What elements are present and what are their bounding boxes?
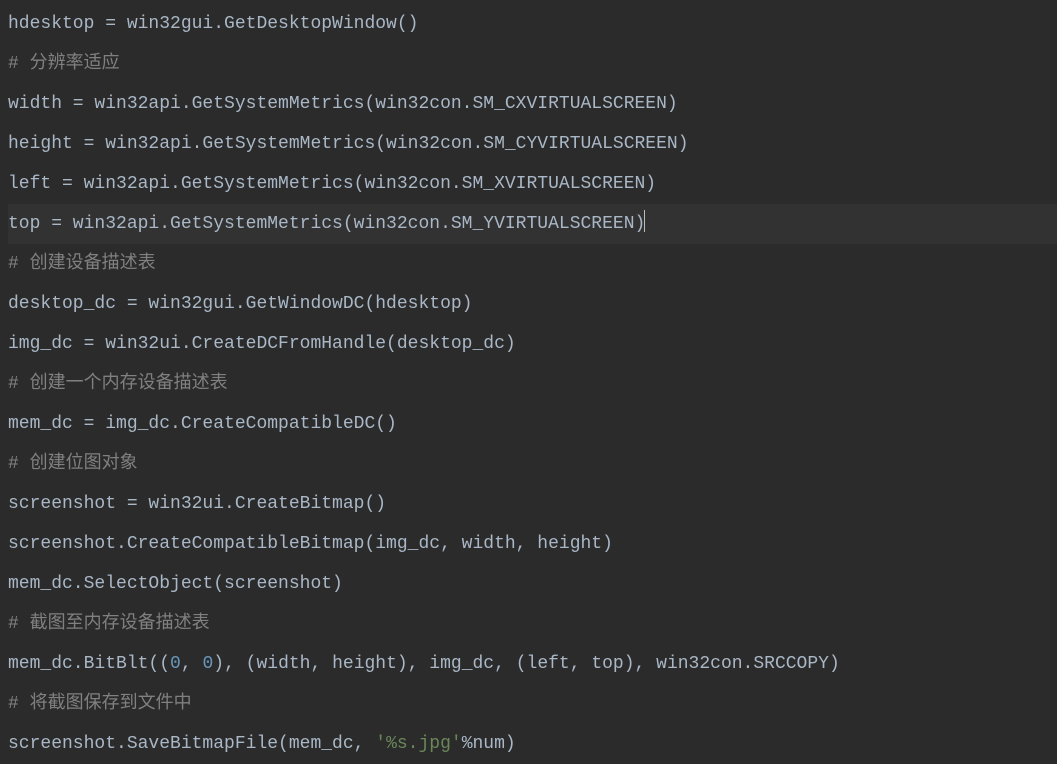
- code-line[interactable]: # 创建位图对象: [8, 444, 1057, 484]
- code-token-default: width = win32api.GetSystemMetrics(win32c…: [8, 94, 678, 114]
- code-token-default: hdesktop = win32gui.GetDesktopWindow(): [8, 14, 418, 34]
- code-line[interactable]: # 创建一个内存设备描述表: [8, 364, 1057, 404]
- code-token-default: height = win32api.GetSystemMetrics(win32…: [8, 134, 689, 154]
- code-line[interactable]: img_dc = win32ui.CreateDCFromHandle(desk…: [8, 324, 1057, 364]
- code-token-default: left = win32api.GetSystemMetrics(win32co…: [8, 174, 656, 194]
- code-token-default: top = win32api.GetSystemMetrics(win32con…: [8, 214, 645, 234]
- code-line[interactable]: top = win32api.GetSystemMetrics(win32con…: [8, 204, 1057, 244]
- code-token-default: screenshot.CreateCompatibleBitmap(img_dc…: [8, 534, 613, 554]
- code-editor[interactable]: hdesktop = win32gui.GetDesktopWindow() # …: [0, 0, 1057, 764]
- code-token-default: screenshot.SaveBitmapFile(mem_dc,: [8, 734, 375, 754]
- text-caret: [644, 210, 645, 232]
- code-token-default: screenshot = win32ui.CreateBitmap(): [8, 494, 386, 514]
- code-line[interactable]: screenshot.CreateCompatibleBitmap(img_dc…: [8, 524, 1057, 564]
- code-line[interactable]: width = win32api.GetSystemMetrics(win32c…: [8, 84, 1057, 124]
- code-token-number: 0: [170, 654, 181, 674]
- code-line[interactable]: # 分辨率适应: [8, 44, 1057, 84]
- code-token-default: mem_dc.SelectObject(screenshot): [8, 574, 343, 594]
- code-line[interactable]: desktop_dc = win32gui.GetWindowDC(hdeskt…: [8, 284, 1057, 324]
- code-line[interactable]: screenshot.SaveBitmapFile(mem_dc, '%s.jp…: [8, 724, 1057, 764]
- code-token-comment: # 创建一个内存设备描述表: [8, 374, 228, 394]
- code-line[interactable]: screenshot = win32ui.CreateBitmap(): [8, 484, 1057, 524]
- code-token-default: mem_dc = img_dc.CreateCompatibleDC(): [8, 414, 397, 434]
- code-token-default: mem_dc.BitBlt((: [8, 654, 170, 674]
- code-line[interactable]: mem_dc.BitBlt((0, 0), (width, height), i…: [8, 644, 1057, 684]
- code-token-default: ,: [181, 654, 203, 674]
- code-token-comment: # 创建设备描述表: [8, 254, 156, 274]
- code-token-default: desktop_dc = win32gui.GetWindowDC(hdeskt…: [8, 294, 472, 314]
- code-line[interactable]: left = win32api.GetSystemMetrics(win32co…: [8, 164, 1057, 204]
- code-line[interactable]: hdesktop = win32gui.GetDesktopWindow(): [8, 4, 1057, 44]
- code-token-number: 0: [202, 654, 213, 674]
- code-token-comment: # 将截图保存到文件中: [8, 694, 192, 714]
- code-token-default: img_dc = win32ui.CreateDCFromHandle(desk…: [8, 334, 516, 354]
- code-line[interactable]: mem_dc = img_dc.CreateCompatibleDC(): [8, 404, 1057, 444]
- code-token-default: ), (width, height), img_dc, (left, top),…: [213, 654, 840, 674]
- code-line[interactable]: height = win32api.GetSystemMetrics(win32…: [8, 124, 1057, 164]
- code-token-comment: # 截图至内存设备描述表: [8, 614, 210, 634]
- code-line[interactable]: # 截图至内存设备描述表: [8, 604, 1057, 644]
- code-line[interactable]: # 将截图保存到文件中: [8, 684, 1057, 724]
- code-line[interactable]: mem_dc.SelectObject(screenshot): [8, 564, 1057, 604]
- code-token-default: %num): [462, 734, 516, 754]
- code-token-comment: # 分辨率适应: [8, 54, 120, 74]
- code-token-string: '%s.jpg': [375, 734, 461, 754]
- code-token-comment: # 创建位图对象: [8, 454, 138, 474]
- code-line[interactable]: # 创建设备描述表: [8, 244, 1057, 284]
